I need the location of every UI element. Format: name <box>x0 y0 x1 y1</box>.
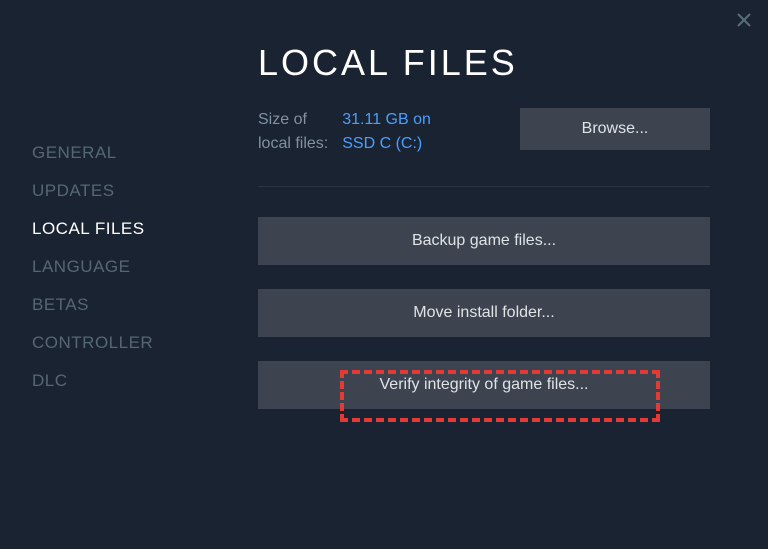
size-value-line2: SSD C (C:) <box>342 135 422 152</box>
size-label-line2: local files: <box>258 135 328 152</box>
size-value: 31.11 GB on SSD C (C:) <box>342 108 431 156</box>
sidebar: GENERAL UPDATES LOCAL FILES LANGUAGE BET… <box>0 0 230 549</box>
move-folder-button[interactable]: Move install folder... <box>258 289 710 337</box>
page-title: LOCAL FILES <box>258 42 710 84</box>
close-button[interactable] <box>734 10 754 30</box>
size-label: Size of local files: <box>258 108 328 156</box>
size-value-line1: 31.11 GB on <box>342 111 431 128</box>
sidebar-item-language[interactable]: LANGUAGE <box>32 248 230 286</box>
sidebar-item-dlc[interactable]: DLC <box>32 362 230 400</box>
sidebar-item-updates[interactable]: UPDATES <box>32 172 230 210</box>
sidebar-item-general[interactable]: GENERAL <box>32 134 230 172</box>
size-row: Size of local files: 31.11 GB on SSD C (… <box>258 108 710 156</box>
divider <box>258 186 710 187</box>
verify-integrity-button[interactable]: Verify integrity of game files... <box>258 361 710 409</box>
sidebar-item-controller[interactable]: CONTROLLER <box>32 324 230 362</box>
sidebar-item-local-files[interactable]: LOCAL FILES <box>32 210 230 248</box>
main-panel: LOCAL FILES Size of local files: 31.11 G… <box>230 0 768 549</box>
close-icon <box>736 12 752 28</box>
size-info: Size of local files: 31.11 GB on SSD C (… <box>258 108 502 156</box>
size-label-line1: Size of <box>258 111 307 128</box>
browse-button[interactable]: Browse... <box>520 108 710 150</box>
sidebar-item-betas[interactable]: BETAS <box>32 286 230 324</box>
backup-button[interactable]: Backup game files... <box>258 217 710 265</box>
